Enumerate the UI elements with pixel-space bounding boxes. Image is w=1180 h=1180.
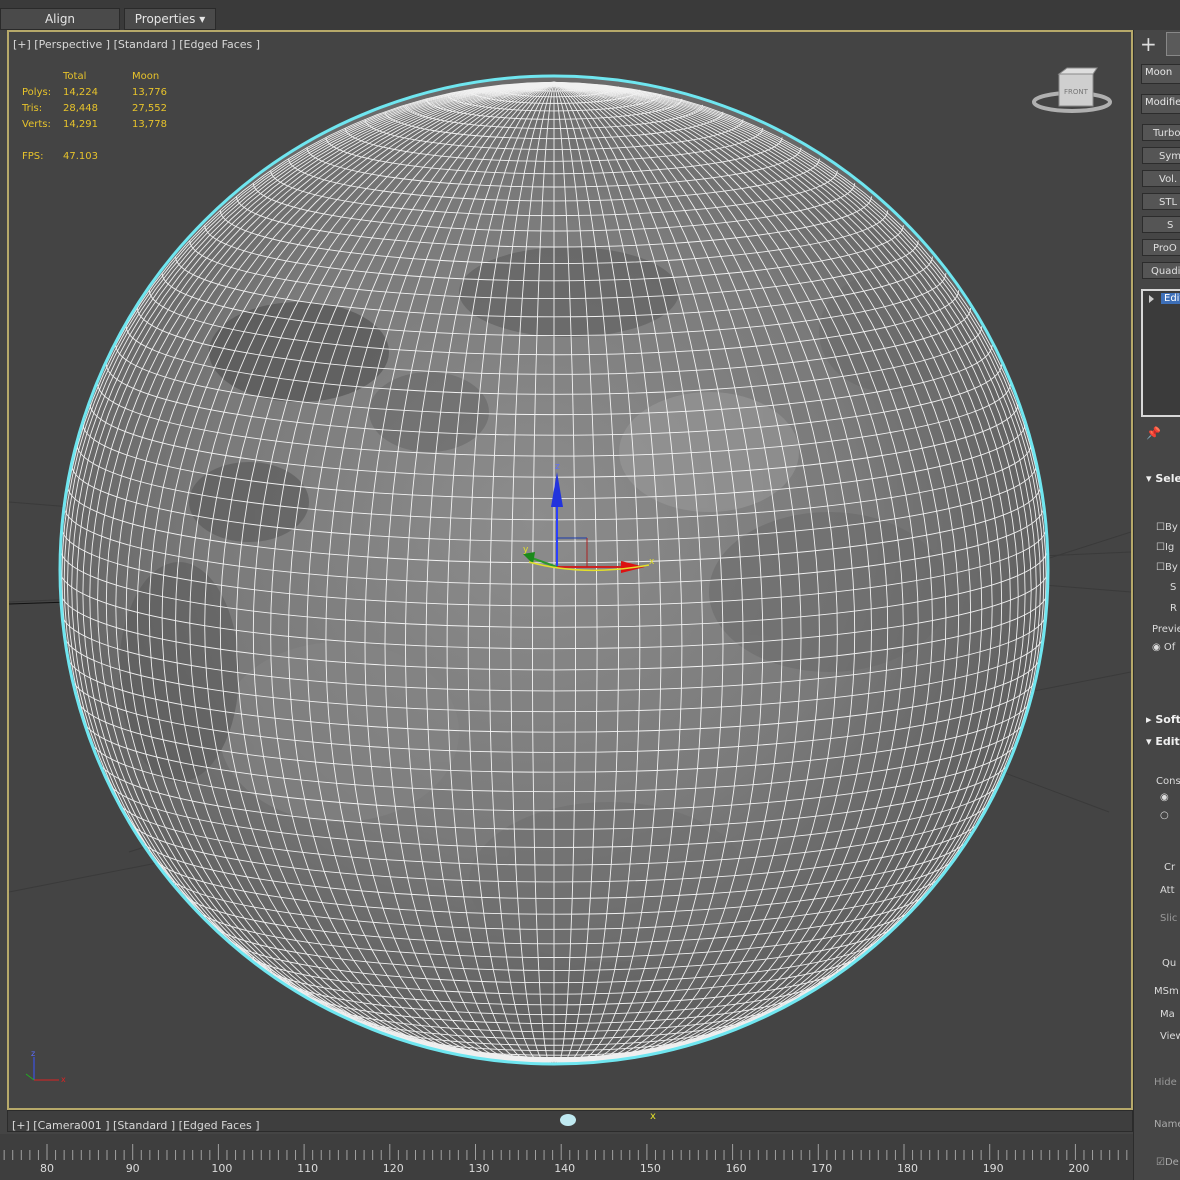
ring-button[interactable]: R [1170,603,1177,614]
modifier-vol-button[interactable]: Vol. [1142,170,1180,187]
timeline-tick-label: 120 [382,1162,404,1175]
object-name-field[interactable]: Moon [1141,64,1180,84]
timeline-tick-label: 190 [982,1162,1004,1175]
preview-label: Previe [1152,624,1180,635]
modifier-proo-button[interactable]: ProO [1142,239,1180,256]
tripod-x-label: x [61,1075,66,1084]
object-name-value: Moon [1145,67,1173,78]
stack-expand-icon[interactable] [1149,295,1154,303]
by-vertex-label: By [1164,522,1178,533]
rollout-edit-label: Edit [1155,735,1180,748]
stats-tris-label: Tris: [22,103,43,114]
modify-tab-icon[interactable] [1166,32,1180,56]
gizmo-x-label: x [649,557,655,567]
gizmo-z-label: z [555,462,560,472]
preview-off-radio[interactable]: ◉ Of [1152,642,1175,653]
stats-header-moon: Moon [132,71,160,82]
by-vertex-checkbox[interactable]: ☐By [1156,522,1178,533]
timeline-tick-label: 200 [1068,1162,1090,1175]
timeline-tick-label: 110 [297,1162,319,1175]
stack-item-edit[interactable]: Edit [1149,293,1180,307]
by-angle-checkbox[interactable]: ☐By [1156,562,1178,573]
moon-sphere[interactable] [58,74,1050,1066]
modifier-list-label: Modifier [1145,97,1180,108]
modifier-s-button[interactable]: S [1142,216,1180,233]
modifier-stack-list[interactable]: Edit [1141,289,1180,417]
stats-verts-label: Verts: [22,119,51,130]
stats-polys-total: 14,224 [63,87,98,98]
rollout-soft-label: Soft [1155,713,1180,726]
view-align-button[interactable]: View [1160,1031,1180,1042]
constraints-label: Cons [1156,776,1180,787]
stats-tris-total: 28,448 [63,103,98,114]
pin-stack-icon[interactable]: 📌 [1146,426,1161,440]
hide-selected-button[interactable]: Hide S [1154,1077,1180,1088]
modifier-sym-button[interactable]: Sym [1142,147,1180,164]
top-toolbar: Align Properties ▾ [0,0,1180,30]
modifier-list-dropdown[interactable]: Modifier [1141,94,1180,114]
modifier-turbo-button[interactable]: Turbo [1142,124,1180,141]
timeline-tick-label: 90 [125,1162,140,1175]
stats-tris-moon: 27,552 [132,103,167,114]
camera-axis-x-label: x [650,1111,656,1122]
ignore-checkbox[interactable]: ☐Ig [1156,542,1174,553]
timeline-tick-label: 160 [725,1162,747,1175]
quickslice-button[interactable]: Qu [1162,958,1176,969]
axis-tripod: z x [25,1049,66,1084]
create-button[interactable]: Cr [1164,862,1175,873]
timeline-tick-label: 80 [40,1162,54,1175]
rollout-soft-header[interactable]: ▸ Soft [1146,713,1180,726]
attach-button[interactable]: Att [1160,885,1175,896]
shrink-button[interactable]: S [1170,582,1176,593]
timeline-tick-label: 180 [897,1162,918,1175]
timeline-tick-label: 140 [554,1162,576,1175]
timeline-tick-label: 150 [639,1162,661,1175]
stats-header-total: Total [63,71,87,82]
gizmo-y-label: y [523,545,529,555]
timeline-tick-label: 170 [811,1162,833,1175]
timeline-tick-label: 130 [468,1162,490,1175]
timeline-tick-label: 100 [211,1162,233,1175]
ignore-label: Ig [1164,542,1175,553]
rollout-selection-header[interactable]: ▾ Sele [1146,472,1180,485]
camera-viewport-bar[interactable]: [+] [Camera001 ] [Standard ] [Edged Face… [7,1110,1133,1132]
align-button[interactable]: Align [0,8,120,30]
stats-polys-label: Polys: [22,87,52,98]
constraint-radio-2[interactable]: ○ [1160,810,1169,821]
stack-item-label: Edit [1161,293,1180,304]
make-planar-button[interactable]: Ma [1160,1009,1175,1020]
constraint-radio-1[interactable]: ◉ [1160,792,1169,803]
slice-button[interactable]: Slic [1160,913,1177,924]
rollout-edit-header[interactable]: ▾ Edit [1146,735,1180,748]
msmooth-button[interactable]: MSm [1154,986,1179,997]
delete-isolated-label: De [1164,1157,1179,1168]
camera-viewport-label[interactable]: [+] [Camera001 ] [Standard ] [Edged Face… [12,1119,260,1132]
tripod-z-label: z [31,1049,35,1058]
camera-gizmo-icon [560,1114,576,1126]
modifier-quadi-button[interactable]: Quadi [1142,262,1180,279]
stats-fps-value: 47.103 [63,151,98,162]
stats-verts-total: 14,291 [63,119,98,130]
modifier-stl-button[interactable]: STL [1142,193,1180,210]
viewport-scene: z x y FRONT z x [9,67,1131,1084]
delete-isolated-checkbox[interactable]: ☑De [1156,1157,1179,1168]
viewcube[interactable]: FRONT [1032,67,1112,113]
timeline-ruler[interactable]: 80 90 100 110 120 130 140 150 160 170 180 190 200 [0,1134,1133,1180]
viewport-label[interactable]: [+] [Perspective ] [Standard ] [Edged Fa… [13,38,260,51]
create-tab-icon[interactable]: + [1140,34,1157,54]
perspective-viewport[interactable]: z x y FRONT z x [+] [Perspective ] [Stan… [7,30,1133,1110]
viewcube-face-label: FRONT [1064,88,1089,96]
stats-fps-label: FPS: [22,151,44,162]
stats-verts-moon: 13,778 [132,119,167,130]
named-selections-label: Name [1154,1119,1180,1130]
properties-button[interactable]: Properties ▾ [124,8,216,30]
command-panel: + Moon Modifier Turbo Sym Vol. STL S Pro… [1133,30,1180,1180]
rollout-selection-label: Sele [1155,472,1180,485]
stats-polys-moon: 13,776 [132,87,167,98]
by-angle-label: By [1164,562,1178,573]
preview-off-label: Of [1163,642,1176,653]
